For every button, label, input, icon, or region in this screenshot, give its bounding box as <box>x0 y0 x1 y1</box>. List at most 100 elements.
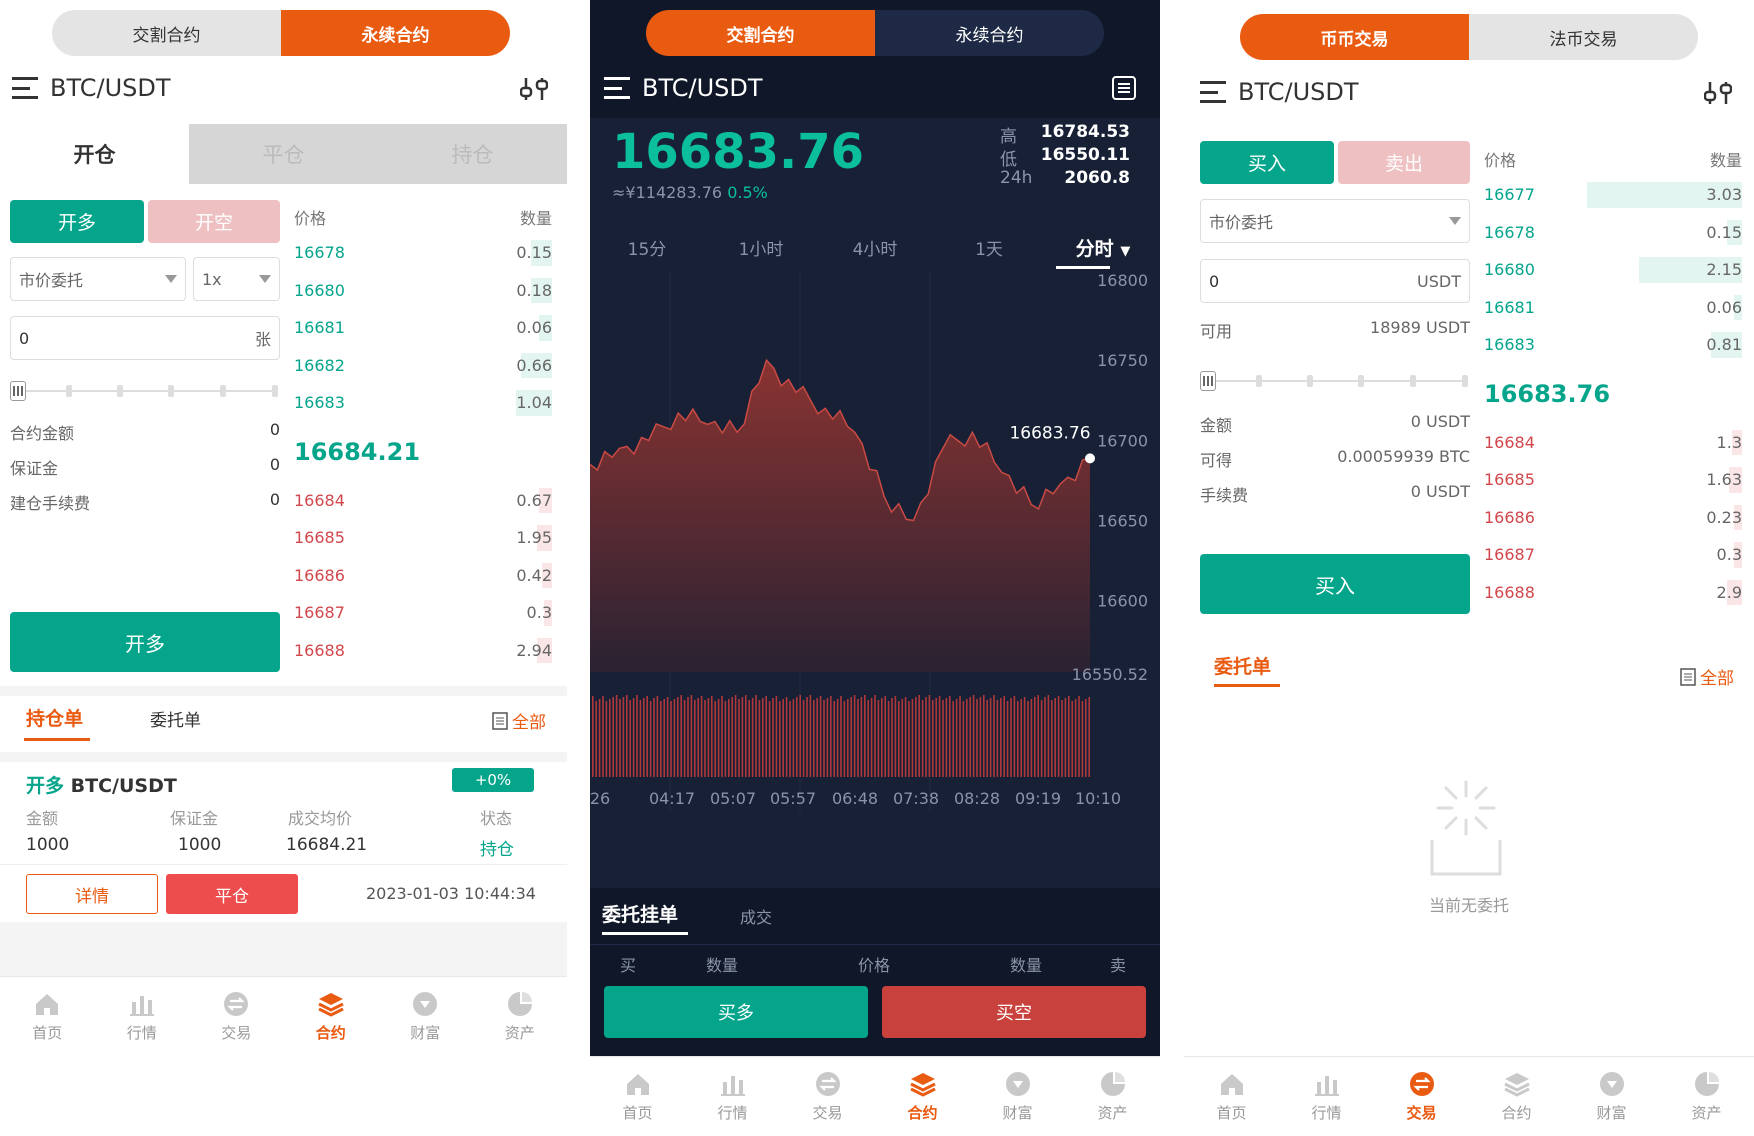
order-qty: 1.63 <box>1706 470 1742 490</box>
view-all-link[interactable]: 全部 <box>492 708 546 733</box>
kline-list-icon[interactable] <box>1112 76 1136 100</box>
tab-close[interactable]: 平仓 <box>189 124 378 184</box>
open-long-toggle[interactable]: 开多 <box>10 200 144 243</box>
order-book-row[interactable]: 16684 1.3 <box>1484 424 1742 462</box>
nav-wealth[interactable]: 财富 <box>970 1057 1065 1136</box>
pair-selector[interactable]: BTC/USDT <box>604 74 763 102</box>
nav-label: 资产 <box>1097 1104 1128 1122</box>
order-book-row[interactable]: 16680 0.18 <box>294 272 552 310</box>
tab-open[interactable]: 开仓 <box>0 124 189 184</box>
volume-bar <box>690 695 693 777</box>
order-book-row[interactable]: 16683 0.81 <box>1484 326 1742 364</box>
view-all-link[interactable]: 全部 <box>1680 664 1734 689</box>
open-long-button[interactable]: 开多 <box>10 612 280 672</box>
slider-handle[interactable] <box>1200 371 1216 391</box>
nav-home[interactable]: 首页 <box>1184 1057 1279 1136</box>
order-book-row[interactable]: 16685 1.63 <box>1484 461 1742 499</box>
order-book-row[interactable]: 16678 0.15 <box>1484 214 1742 252</box>
order-book-row[interactable]: 16681 0.06 <box>294 309 552 347</box>
order-book-row[interactable]: 16685 1.95 <box>294 519 552 557</box>
order-book-row[interactable]: 16684 0.67 <box>294 482 552 520</box>
nav-wealth[interactable]: 财富 <box>378 977 473 1056</box>
delivery-contract-tab[interactable]: 交割合约 <box>52 10 281 56</box>
order-price: 16677 <box>1484 185 1535 205</box>
delivery-contract-tab[interactable]: 交割合约 <box>646 10 875 56</box>
interval-4h[interactable]: 4小时 <box>818 235 932 260</box>
tab-position-orders[interactable]: 持仓单 <box>26 704 83 731</box>
interval-timeshare[interactable]: 分时 ▼ <box>1046 234 1160 261</box>
order-book-row[interactable]: 16687 0.3 <box>294 594 552 632</box>
order-type-select[interactable]: 市价委托 <box>10 257 186 301</box>
interval-15m[interactable]: 15分 <box>590 235 704 260</box>
volume-bar <box>894 696 897 777</box>
order-book-row[interactable]: 16681 0.06 <box>1484 289 1742 327</box>
order-qty: 1.04 <box>516 393 552 413</box>
nav-contract[interactable]: 合约 <box>284 977 379 1056</box>
slider-handle[interactable] <box>10 381 26 401</box>
order-book-row[interactable]: 16688 2.94 <box>294 632 552 670</box>
buy-toggle[interactable]: 买入 <box>1200 141 1334 184</box>
tab-pending-orders[interactable]: 委托挂单 <box>602 900 678 927</box>
nav-trade[interactable]: 交易 <box>189 977 284 1056</box>
interval-1h[interactable]: 1小时 <box>704 235 818 260</box>
price-chart[interactable]: 16683.76 16800 16750 16700 16650 16600 16550.5… <box>590 272 1160 850</box>
nav-trade[interactable]: 交易 <box>1374 1057 1469 1136</box>
close-position-button[interactable]: 平仓 <box>166 874 298 914</box>
volume-bar <box>891 698 893 777</box>
order-type-select[interactable]: 市价委托 <box>1200 199 1470 243</box>
nav-market[interactable]: 行情 <box>95 977 190 1056</box>
contract-icon <box>909 1070 937 1098</box>
pair-selector[interactable]: BTC/USDT <box>12 74 171 102</box>
menu-icon[interactable] <box>12 77 38 99</box>
nav-assets[interactable]: 资产 <box>1065 1057 1160 1136</box>
nav-contract[interactable]: 合约 <box>875 1057 970 1136</box>
tab-trades[interactable]: 成交 <box>740 904 772 928</box>
menu-icon[interactable] <box>1200 81 1226 103</box>
pair-selector[interactable]: BTC/USDT <box>1200 78 1359 106</box>
perpetual-contract-tab[interactable]: 永续合约 <box>281 10 510 56</box>
receive-row: 可得 0.00059939 BTC <box>1200 447 1470 470</box>
amount-slider[interactable] <box>1200 371 1468 391</box>
buy-button[interactable]: 买入 <box>1200 554 1470 614</box>
settings-sliders-icon[interactable] <box>1704 80 1732 106</box>
nav-wealth[interactable]: 财富 <box>1564 1057 1659 1136</box>
open-short-toggle[interactable]: 开空 <box>148 200 280 243</box>
amount-input[interactable]: 0 USDT <box>1200 259 1470 303</box>
tab-entrust-orders[interactable]: 委托单 <box>150 706 201 731</box>
nav-trade[interactable]: 交易 <box>780 1057 875 1136</box>
quantity-input[interactable]: 0张 <box>10 316 280 360</box>
settings-sliders-icon[interactable] <box>520 76 548 102</box>
spot-trading-tab[interactable]: 币币交易 <box>1240 14 1469 60</box>
buy-short-button[interactable]: 买空 <box>882 986 1146 1038</box>
volume-bar <box>887 701 890 777</box>
nav-contract[interactable]: 合约 <box>1469 1057 1564 1136</box>
nav-home[interactable]: 首页 <box>0 977 95 1056</box>
order-book-row[interactable]: 16686 0.23 <box>1484 499 1742 537</box>
quantity-slider[interactable] <box>10 381 278 401</box>
order-book-row[interactable]: 16687 0.3 <box>1484 536 1742 574</box>
leverage-select[interactable]: 1x <box>193 257 280 301</box>
fiat-trading-tab[interactable]: 法币交易 <box>1469 14 1698 60</box>
order-book-row[interactable]: 16680 2.15 <box>1484 251 1742 289</box>
x-tick-label: 07:38 <box>893 789 939 808</box>
buy-long-button[interactable]: 买多 <box>604 986 868 1038</box>
order-book-row[interactable]: 16683 1.04 <box>294 384 552 422</box>
nav-market[interactable]: 行情 <box>685 1057 780 1136</box>
perpetual-contract-tab[interactable]: 永续合约 <box>875 10 1104 56</box>
order-book-row[interactable]: 16678 0.15 <box>294 234 552 272</box>
menu-icon[interactable] <box>604 77 630 99</box>
nav-assets[interactable]: 资产 <box>1659 1057 1754 1136</box>
volume-bar <box>728 699 730 777</box>
interval-1d[interactable]: 1天 <box>932 235 1046 260</box>
nav-home[interactable]: 首页 <box>590 1057 685 1136</box>
order-book-row[interactable]: 16688 2.9 <box>1484 574 1742 612</box>
nav-market[interactable]: 行情 <box>1279 1057 1374 1136</box>
tab-entrust-orders[interactable]: 委托单 <box>1214 652 1271 679</box>
detail-button[interactable]: 详情 <box>26 874 158 914</box>
order-book-row[interactable]: 16682 0.66 <box>294 347 552 385</box>
order-book-row[interactable]: 16686 0.42 <box>294 557 552 595</box>
order-book-row[interactable]: 16677 3.03 <box>1484 176 1742 214</box>
nav-assets[interactable]: 资产 <box>473 977 568 1056</box>
sell-toggle[interactable]: 卖出 <box>1338 141 1470 184</box>
tab-positions[interactable]: 持仓 <box>378 124 567 184</box>
